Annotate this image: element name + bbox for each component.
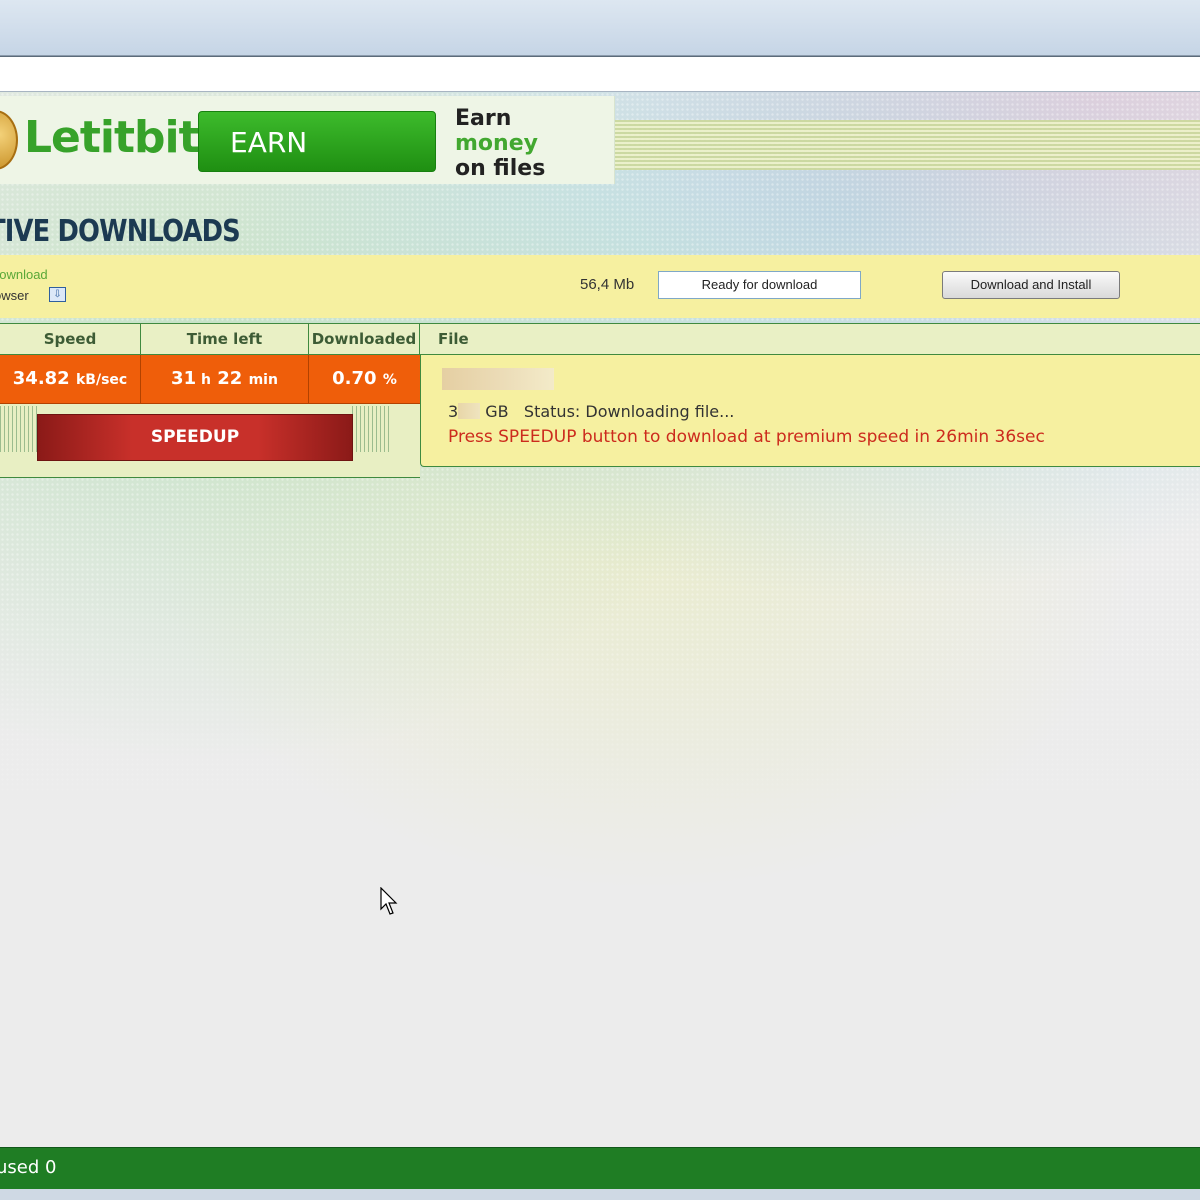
time-min-unit: min (248, 372, 278, 388)
file-size-unit: GB (485, 402, 509, 421)
file-size-prefix: 3 (448, 402, 459, 421)
status-value: Downloading file... (585, 402, 735, 421)
time-h-unit: h (200, 372, 211, 388)
time-left-cell: 31 h 22 min (141, 355, 309, 403)
banner-slogan: Earn money on files (455, 106, 545, 181)
page-title: TIVE DOWNLOADS (0, 214, 241, 249)
speed-cell: 34.82 kB/sec (0, 355, 141, 403)
download-browser-icon[interactable]: ⇩ (49, 287, 66, 302)
col-time-left: Time left (141, 324, 309, 355)
promo-bar: download owser ⇩ 56,4 Mb Ready for downl… (0, 255, 1200, 318)
banner-stripes (615, 120, 1200, 170)
download-install-button[interactable]: Download and Install (942, 271, 1120, 299)
ready-status-field: Ready for download (658, 271, 861, 299)
time-minutes: 22 (217, 368, 243, 389)
slogan-line-2: money (455, 131, 538, 156)
time-hours: 31 (171, 368, 197, 389)
window-bottom-edge (0, 1189, 1200, 1200)
downloaded-cell: 0.70 % (309, 355, 420, 403)
downloaded-unit: % (382, 372, 397, 388)
col-speed: Speed (0, 324, 141, 355)
speedup-panel: SPEEDUP (0, 404, 420, 478)
address-bar[interactable] (0, 56, 1200, 92)
browser-label: owser (0, 288, 29, 303)
earn-button[interactable]: EARN (198, 111, 436, 172)
file-status-line: 3 GB Status: Downloading file... (448, 402, 734, 421)
decor-lines-right (352, 406, 390, 452)
status-bar: used 0 (0, 1147, 1200, 1189)
letitbit-banner[interactable]: Letitbit EARN Earn money on files (0, 96, 615, 184)
premium-speed-message: Press SPEEDUP button to download at prem… (448, 427, 1045, 447)
file-info-panel: 3 GB Status: Downloading file... Press S… (420, 355, 1200, 467)
blurred-digits (458, 403, 481, 419)
downloads-table-header: Speed Time left Downloaded File (0, 323, 1200, 355)
col-file: File (438, 330, 469, 348)
download-row-stats: 34.82 kB/sec 31 h 22 min 0.70 % (0, 355, 420, 404)
status-label: Status: (523, 402, 581, 421)
downloaded-value: 0.70 (332, 368, 377, 389)
status-bar-text: used 0 (0, 1157, 57, 1178)
download-link[interactable]: download (0, 267, 48, 282)
mouse-cursor-icon (380, 887, 398, 915)
slogan-line-1: Earn (455, 106, 512, 131)
decor-lines-left (0, 406, 38, 452)
page-content: Letitbit EARN Earn money on files TIVE D… (0, 92, 1200, 1147)
col-downloaded: Downloaded (309, 324, 420, 355)
brand-logo: Letitbit (24, 112, 200, 163)
slogan-line-3: on files (455, 156, 546, 181)
speed-unit: kB/sec (75, 372, 128, 388)
file-name-blurred[interactable] (442, 368, 554, 390)
window-titlebar (0, 0, 1200, 56)
speed-value: 34.82 (12, 368, 70, 389)
coin-logo-icon (0, 110, 18, 170)
speedup-button[interactable]: SPEEDUP (37, 414, 353, 461)
file-size-label: 56,4 Mb (580, 276, 635, 293)
